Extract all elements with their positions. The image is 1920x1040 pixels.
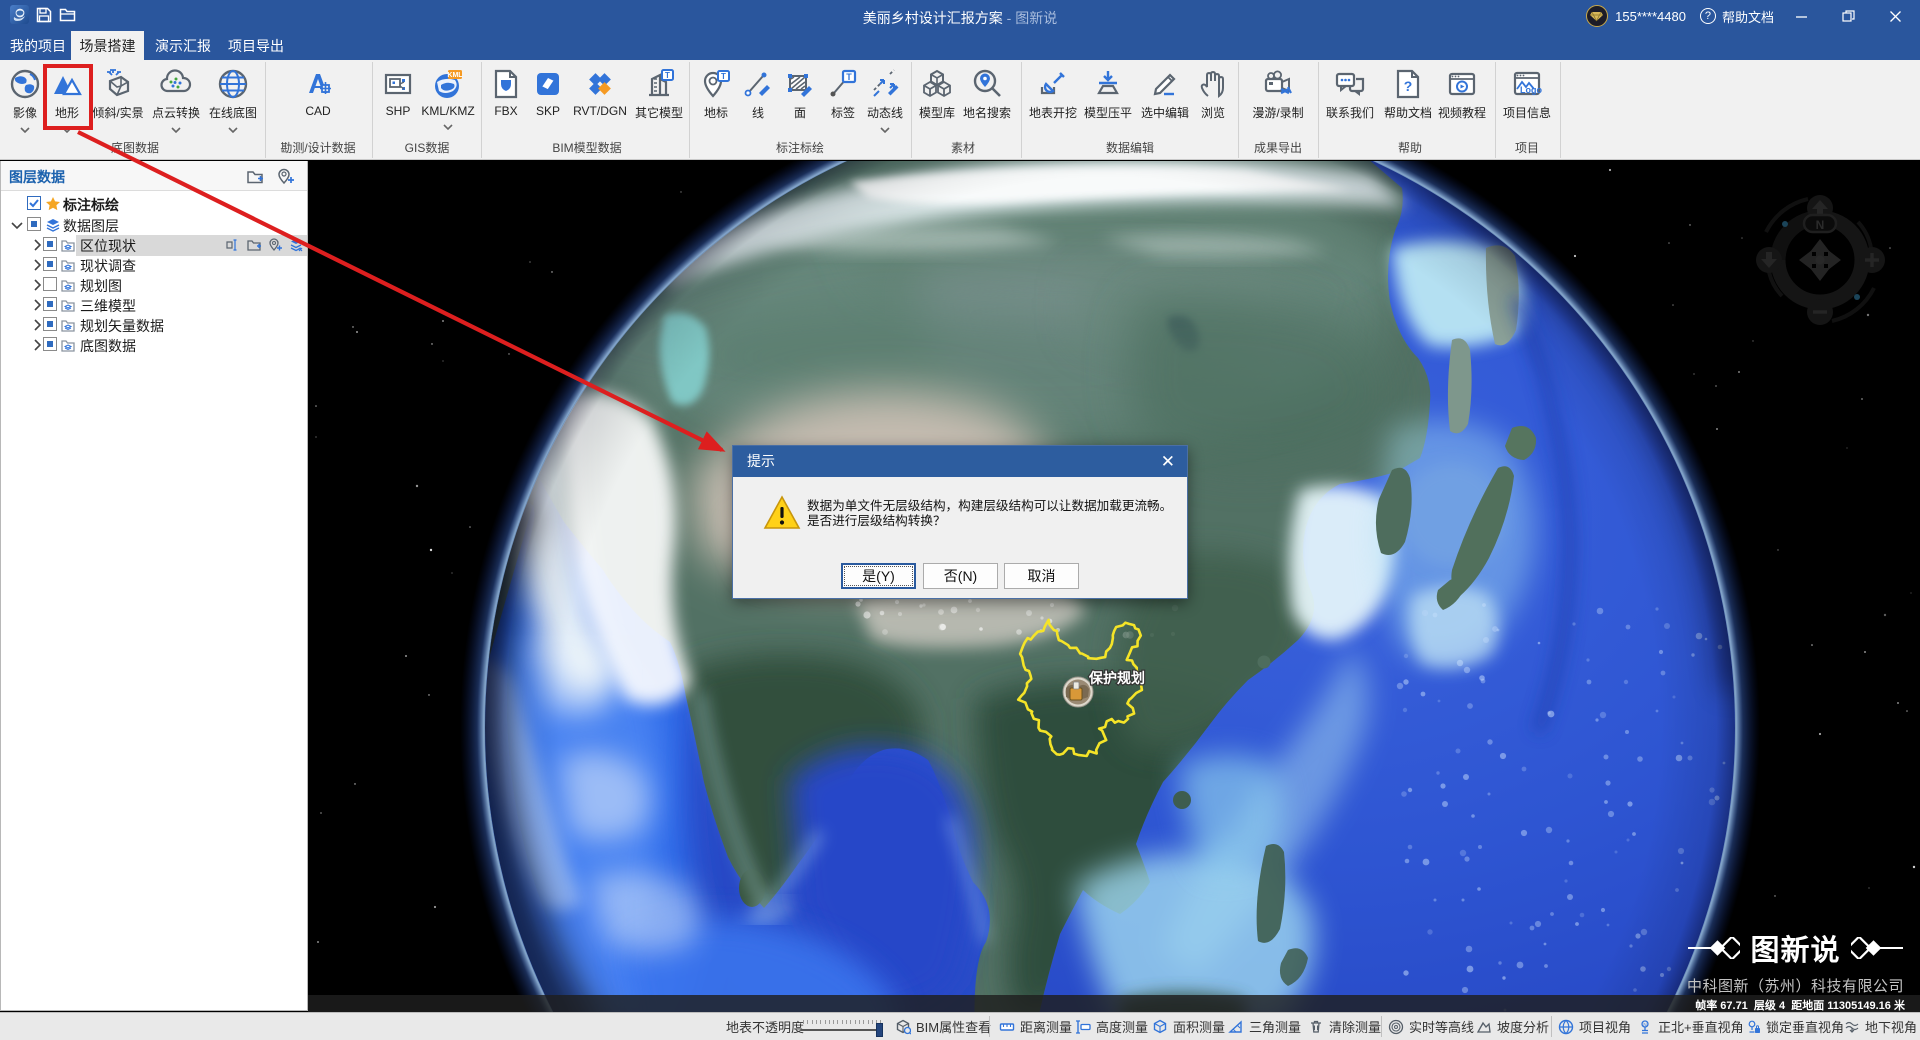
svg-text:T: T [665, 71, 670, 80]
svg-text:保护规划: 保护规划 [1088, 670, 1145, 686]
svg-text:N: N [1816, 218, 1825, 232]
svg-text:T: T [846, 72, 852, 82]
svg-text:Logo: Logo [1520, 85, 1542, 95]
svg-text:?: ? [1404, 78, 1413, 94]
svg-text:N: N [1643, 1021, 1646, 1026]
svg-text:KML: KML [447, 72, 463, 79]
svg-text:T: T [721, 72, 726, 81]
